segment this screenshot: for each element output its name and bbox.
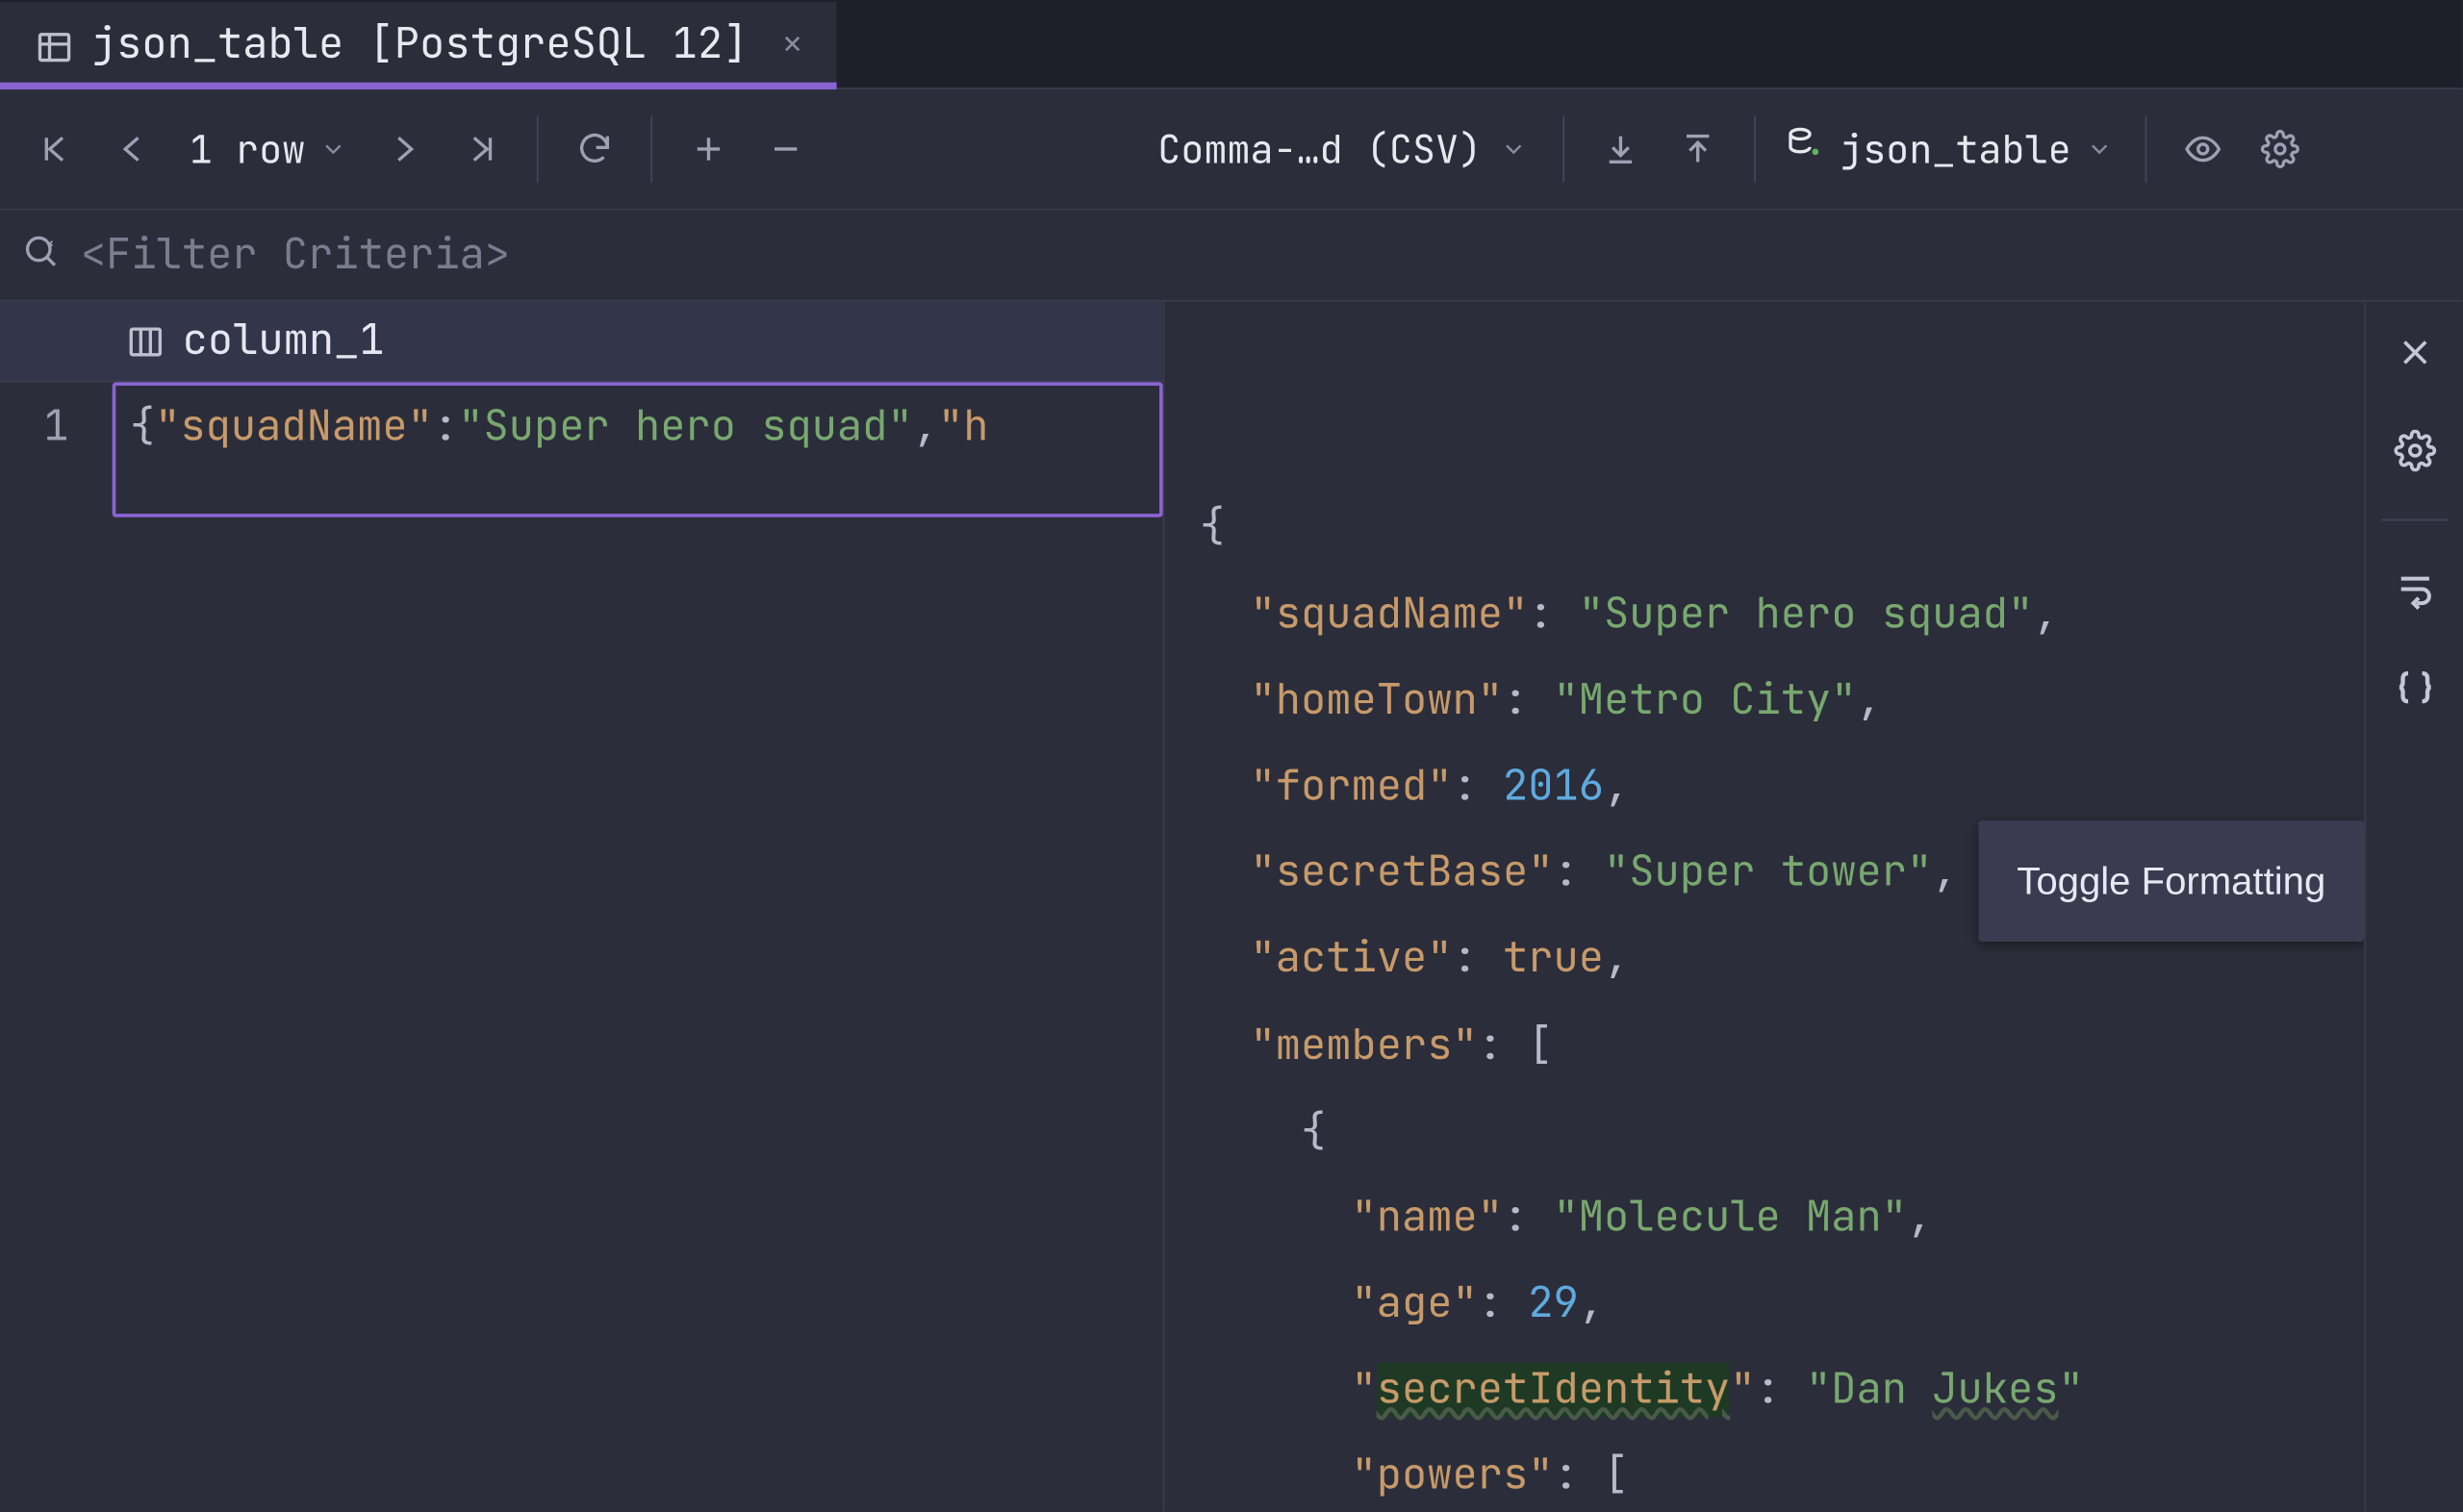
export-format-dropdown[interactable]: Comma-…d (CSV) — [1140, 124, 1545, 175]
column-icon — [126, 322, 165, 361]
toggle-formatting-button[interactable] — [2377, 650, 2451, 724]
separator — [1754, 115, 1756, 182]
column-header[interactable]: column_1 — [113, 314, 1163, 368]
table-ref-dropdown[interactable]: json_table — [1773, 124, 2127, 175]
import-button[interactable] — [1659, 111, 1736, 188]
viewer-side-toolbar — [2364, 302, 2462, 1512]
next-page-button[interactable] — [365, 111, 442, 188]
table-icon — [35, 25, 73, 63]
table-row: 1 {"squadName":"Super hero squad","h — [0, 382, 1163, 517]
database-link-icon — [1787, 124, 1825, 175]
chevron-down-icon — [319, 124, 347, 175]
remove-row-button[interactable] — [748, 111, 825, 188]
tab-json-table[interactable]: json_table [PostgreSQL 12] ✕ — [0, 2, 837, 88]
row-count-label: 1 row — [190, 124, 305, 175]
first-page-button[interactable] — [17, 111, 94, 188]
soft-wrap-button[interactable] — [2377, 552, 2451, 626]
add-row-button[interactable] — [670, 111, 747, 188]
chevron-down-icon — [1499, 124, 1527, 175]
toolbar: 1 row Comma-…d (CSV) — [0, 88, 2462, 211]
view-button[interactable] — [2164, 111, 2241, 188]
last-page-button[interactable] — [442, 111, 519, 188]
filter-bar: <Filter Criteria> — [0, 211, 2462, 302]
tab-title: json_table [PostgreSQL 12] — [91, 17, 749, 72]
separator — [2145, 115, 2146, 182]
export-button[interactable] — [1582, 111, 1659, 188]
column-name: column_1 — [183, 314, 385, 368]
results-table: column_1 1 {"squadName":"Super hero squa… — [0, 302, 1164, 1512]
close-viewer-button[interactable] — [2377, 315, 2451, 390]
search-icon[interactable] — [21, 232, 60, 279]
json-viewer[interactable]: { "squadName": "Super hero squad", "home… — [1164, 302, 2364, 1512]
close-icon[interactable]: ✕ — [783, 25, 802, 65]
settings-button[interactable] — [2242, 111, 2319, 188]
separator — [1562, 115, 1564, 182]
separator — [650, 115, 652, 182]
export-format-label: Comma-…d (CSV) — [1157, 124, 1482, 175]
row-count-dropdown[interactable]: 1 row — [172, 124, 366, 175]
chevron-down-icon — [2085, 124, 2113, 175]
reload-button[interactable] — [556, 111, 633, 188]
tabstrip: json_table [PostgreSQL 12] ✕ — [0, 0, 2462, 88]
row-number: 1 — [0, 382, 113, 517]
table-ref-label: json_table — [1840, 124, 2071, 175]
filter-input[interactable]: <Filter Criteria> — [81, 228, 510, 283]
viewer-settings-button[interactable] — [2377, 414, 2451, 488]
separator — [2381, 519, 2448, 521]
table-header: column_1 — [0, 302, 1163, 383]
prev-page-button[interactable] — [94, 111, 171, 188]
tooltip: Toggle Formatting — [1978, 820, 2364, 942]
cell-json[interactable]: {"squadName":"Super hero squad","h — [113, 382, 1163, 517]
separator — [537, 115, 539, 182]
